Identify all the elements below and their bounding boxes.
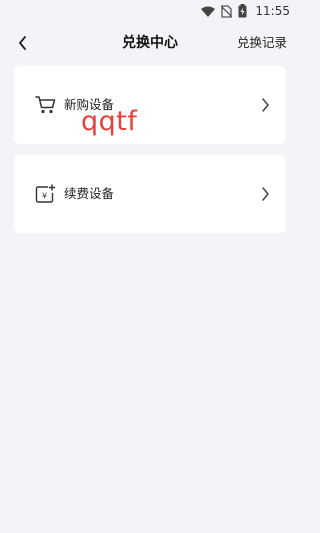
new-purchase-card[interactable]: 新购设备 — [14, 66, 286, 144]
status-time: 11:55 — [255, 4, 290, 18]
svg-text:¥: ¥ — [42, 192, 47, 201]
renew-device-card[interactable]: ¥ 续费设备 — [14, 155, 286, 233]
nav-bar: 兑换中心 兑换记录 — [0, 22, 300, 64]
yen-renew-icon: ¥ — [35, 184, 57, 204]
chevron-right-icon — [260, 186, 270, 201]
wifi-icon — [201, 6, 216, 17]
battery-charging-icon — [238, 4, 247, 18]
status-bar: 11:55 — [0, 0, 300, 22]
exchange-records-link[interactable]: 兑换记录 — [237, 22, 287, 64]
renew-device-label: 续费设备 — [64, 186, 115, 201]
no-sim-icon — [221, 4, 233, 18]
overlay-text: qqtf — [81, 106, 138, 137]
shopping-cart-icon — [35, 95, 57, 115]
chevron-right-icon — [260, 97, 270, 112]
